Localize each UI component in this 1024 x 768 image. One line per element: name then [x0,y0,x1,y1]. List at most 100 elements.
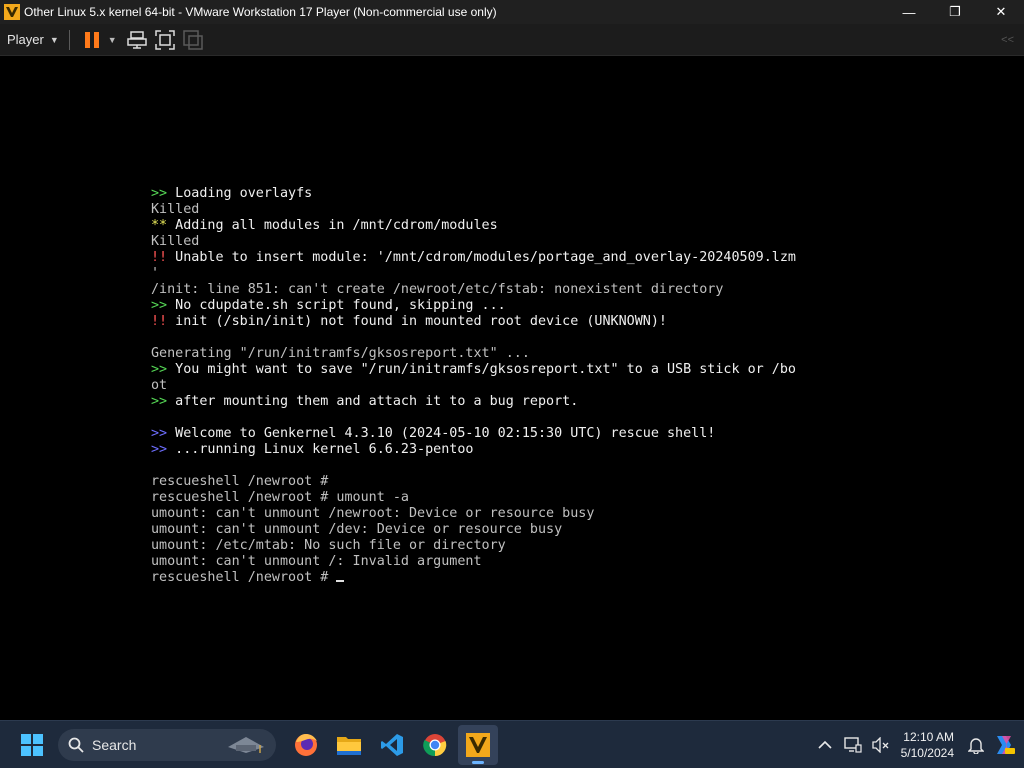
console-line: umount: /etc/mtab: No such file or direc… [151,538,796,554]
console-line-prefix: >> [151,186,168,201]
console-line-text: rescueshell /newroot # umount -a [151,490,409,505]
console-line-prefix: >> [151,394,168,409]
console-line: >> Welcome to Genkernel 4.3.10 (2024-05-… [151,426,796,442]
console-line-text: Generating "/run/initramfs/gksosreport.t… [151,346,530,361]
console-line-text: after mounting them and attach it to a b… [167,394,579,409]
console-line-prefix: >> [151,362,168,377]
console-line-text: /init: line 851: can't create /newroot/e… [151,282,724,297]
maximize-icon: ❐ [949,4,961,19]
pause-button[interactable] [80,28,104,52]
console-line: ot [151,378,796,394]
minimize-button[interactable]: — [886,0,932,24]
console-line-prefix: >> [151,298,168,313]
volume-button[interactable] [867,731,895,759]
console-line: ' [151,266,796,282]
taskbar-firefox[interactable] [286,725,326,765]
collapse-toolbar-icon[interactable]: << [1001,34,1014,46]
console-line: !! init (/sbin/init) not found in mounte… [151,314,796,330]
console-line-text: Unable to insert module: '/mnt/cdrom/mod… [167,250,796,265]
console-line-text: ' [151,266,160,281]
unity-button[interactable] [181,28,205,52]
console-line-text: umount: can't unmount /newroot: Device o… [151,506,595,521]
console-line-text: Killed [151,202,200,217]
taskbar-chrome[interactable] [415,725,455,765]
console-line-text: umount: /etc/mtab: No such file or direc… [151,538,506,553]
console-line-text: ot [151,378,168,393]
console-line: !! Unable to insert module: '/mnt/cdrom/… [151,250,796,266]
firefox-icon [295,733,317,756]
notifications-button[interactable] [962,731,990,759]
taskbar-search[interactable]: Search [58,728,276,761]
console-line-prefix: ** [151,218,168,233]
pause-dropdown-icon[interactable]: ▼ [108,35,117,45]
console-line: umount: can't unmount /: Invalid argumen… [151,554,796,570]
console-line: umount: can't unmount /dev: Device or re… [151,522,796,538]
toolbar-divider [68,29,70,50]
chevron-up-icon [818,740,832,749]
show-hidden-icons-button[interactable] [811,731,839,759]
taskbar-vmware[interactable] [458,724,498,765]
taskbar-vscode[interactable] [372,725,412,765]
fullscreen-icon [154,29,175,50]
pause-icon [84,31,99,48]
vmware-app-icon [4,4,20,20]
start-button[interactable] [12,725,52,765]
send-ctrl-alt-del-icon [126,30,147,49]
close-icon: ✕ [995,4,1007,19]
console-line: >> You might want to save "/run/initramf… [151,362,796,378]
bell-icon [968,737,984,754]
console-line-text: init (/sbin/init) not found in mounted r… [167,314,667,329]
search-label: Search [92,736,137,753]
console-line: umount: can't unmount /newroot: Device o… [151,506,796,522]
clock-date: 5/10/2024 [900,745,954,760]
console-line: rescueshell /newroot # [151,474,796,490]
network-button[interactable] [839,731,867,759]
chevron-down-icon: ▼ [49,34,59,45]
clock-time: 12:10 AM [903,729,954,744]
chrome-icon [423,733,447,756]
console-line: >> Loading overlayfs [151,186,796,202]
console-line: rescueshell /newroot # umount -a [151,490,796,506]
copilot-icon [997,735,1015,754]
console-line-text: Loading overlayfs [167,186,313,201]
taskbar-file-explorer[interactable] [329,725,369,765]
console-line-prefix: !! [151,314,168,329]
window-titlebar[interactable]: Other Linux 5.x kernel 64-bit - VMware W… [0,0,1024,24]
copilot-button[interactable] [990,731,1018,759]
console-line: Killed [151,234,796,250]
network-icon [843,736,862,753]
console-line: >> after mounting them and attach it to … [151,394,796,410]
console-line-text: Welcome to Genkernel 4.3.10 (2024-05-10 … [167,426,716,441]
console-line: Generating "/run/initramfs/gksosreport.t… [151,346,796,362]
volume-muted-icon [871,736,889,753]
player-menu-button[interactable]: Player ▼ [0,24,59,56]
send-ctrl-alt-del-button[interactable] [125,28,149,52]
console-line-text: Killed [151,234,200,249]
vscode-icon [381,733,403,756]
player-menu-label: Player [7,32,44,47]
window-title: Other Linux 5.x kernel 64-bit - VMware W… [24,5,497,19]
taskbar-clock[interactable]: 12:10 AM 5/10/2024 [901,729,954,761]
console-line-text: You might want to save "/run/initramfs/g… [167,362,796,377]
unity-icon [182,29,203,50]
close-button[interactable]: ✕ [978,0,1024,24]
console-prompt: rescueshell /newroot # [151,570,337,585]
file-explorer-icon [337,736,361,755]
fullscreen-button[interactable] [153,28,177,52]
console-line: >> No cdupdate.sh script found, skipping… [151,298,796,314]
console-line-text: No cdupdate.sh script found, skipping ..… [167,298,506,313]
vmware-icon [466,732,490,757]
console-prompt-line[interactable]: rescueshell /newroot # [151,570,796,586]
search-highlight-icon [228,736,264,753]
terminal-output: >> Loading overlayfs Killed ** Adding all … [151,186,796,586]
vm-console[interactable]: >> Loading overlayfs Killed ** Adding all … [0,56,1024,720]
maximize-button[interactable]: ❐ [932,0,978,24]
minimize-icon: — [902,4,916,20]
console-line-text: umount: can't unmount /: Invalid argumen… [151,554,482,569]
console-line-text: umount: can't unmount /dev: Device or re… [151,522,563,537]
console-line: ** Adding all modules in /mnt/cdrom/modu… [151,218,796,234]
console-line-text: rescueshell /newroot # [151,474,329,489]
